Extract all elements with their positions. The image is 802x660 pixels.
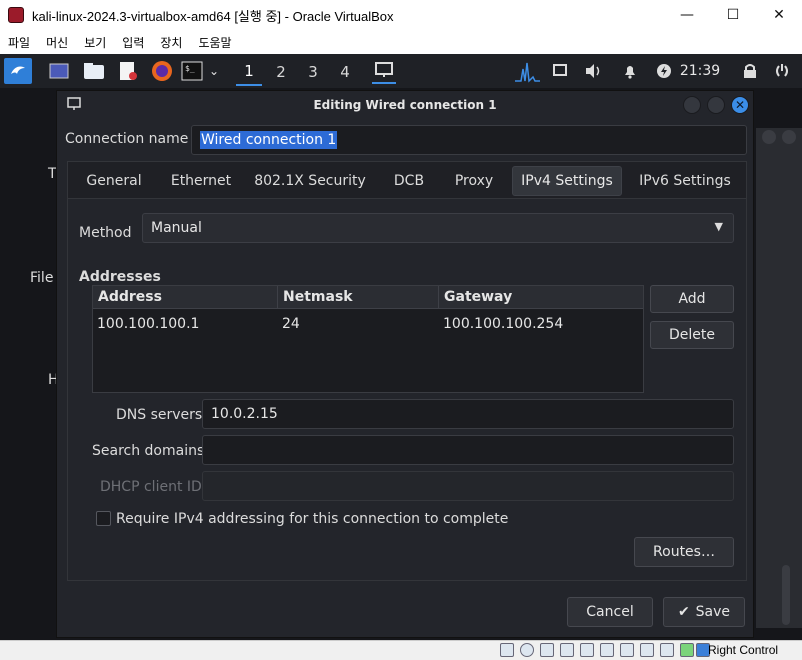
files-icon[interactable] — [82, 58, 106, 84]
routes-button[interactable]: Routes… — [634, 537, 734, 567]
volume-icon[interactable] — [584, 58, 604, 84]
tab-ipv6-settings[interactable]: IPv6 Settings — [630, 166, 740, 196]
dhcp-client-id-input — [202, 471, 734, 501]
connection-name-input[interactable]: Wired connection 1 — [191, 125, 747, 155]
menu-input[interactable]: 입력 — [114, 34, 152, 51]
desktop-icon[interactable] — [48, 58, 70, 84]
tab-proxy[interactable]: Proxy — [446, 166, 502, 196]
hard-disk-icon[interactable] — [500, 643, 514, 657]
power-manager-icon[interactable] — [654, 58, 674, 84]
column-header-address[interactable]: Address — [93, 286, 278, 309]
optical-drive-icon[interactable] — [520, 643, 534, 657]
dns-servers-value: 10.0.2.15 — [211, 406, 278, 422]
column-header-gateway[interactable]: Gateway — [439, 286, 643, 309]
menu-help[interactable]: 도움말 — [190, 34, 239, 51]
notification-bell-icon[interactable] — [620, 58, 640, 84]
dialog-maximize-button[interactable] — [707, 96, 725, 114]
desktop-icon-label-file[interactable]: File — [30, 270, 53, 286]
tab-general[interactable]: General — [78, 166, 150, 196]
shared-folders-icon[interactable] — [600, 643, 614, 657]
display-icon[interactable] — [620, 643, 634, 657]
search-domains-label: Search domains — [92, 443, 205, 459]
guest-additions-icon[interactable] — [680, 643, 694, 657]
background-scrollbar[interactable] — [782, 565, 790, 625]
workspace-2[interactable]: 2 — [268, 58, 294, 86]
addresses-table: Address Netmask Gateway 100.100.100.1 24… — [92, 285, 644, 393]
host-status-bar: Right Control — [0, 640, 802, 660]
terminal-icon[interactable]: $_ — [180, 58, 204, 84]
dns-servers-label: DNS servers — [116, 407, 203, 423]
method-dropdown[interactable]: Manual ▼ — [142, 213, 734, 243]
recording-icon[interactable] — [640, 643, 654, 657]
ipv4-settings-pane: Method Manual ▼ Addresses Address Netmas… — [67, 199, 747, 581]
text-editor-icon[interactable] — [116, 58, 140, 84]
kali-dragon-icon[interactable] — [4, 58, 32, 84]
connection-name-value: Wired connection 1 — [200, 131, 338, 149]
column-header-netmask[interactable]: Netmask — [278, 286, 439, 309]
tab-ipv4-settings[interactable]: IPv4 Settings — [512, 166, 622, 196]
host-menubar: 파일 머신 보기 입력 장치 도움말 — [0, 30, 802, 54]
menu-file[interactable]: 파일 — [0, 34, 38, 51]
host-window-title: kali-linux-2024.3-virtualbox-amd64 [실행 중… — [32, 8, 394, 24]
usb-icon[interactable] — [580, 643, 594, 657]
tab-dcb[interactable]: DCB — [384, 166, 434, 196]
require-ipv4-label[interactable]: Require IPv4 addressing for this connect… — [116, 511, 508, 527]
search-domains-input[interactable] — [202, 435, 734, 465]
background-window — [756, 128, 802, 628]
add-button[interactable]: Add — [650, 285, 734, 313]
chevron-down-icon: ▼ — [714, 220, 723, 233]
tab-8021x-security[interactable]: 802.1X Security — [250, 166, 370, 196]
dialog-close-button[interactable]: ✕ — [731, 96, 749, 114]
dns-servers-input[interactable]: 10.0.2.15 — [202, 399, 734, 429]
lock-icon[interactable] — [740, 58, 760, 84]
cpu-icon[interactable] — [660, 643, 674, 657]
workspace-3[interactable]: 3 — [300, 58, 326, 86]
cell-address[interactable]: 100.100.100.1 — [97, 316, 199, 332]
require-ipv4-checkbox[interactable] — [96, 511, 111, 526]
checkmark-icon: ✔ — [677, 604, 690, 620]
cell-netmask[interactable]: 24 — [282, 316, 300, 332]
workspace-4[interactable]: 4 — [332, 58, 358, 86]
background-window-button — [762, 130, 776, 144]
menu-view[interactable]: 보기 — [76, 34, 114, 51]
chevron-down-icon[interactable]: ⌄ — [206, 58, 222, 84]
close-button[interactable]: ✕ — [756, 0, 802, 30]
firefox-icon[interactable] — [150, 58, 174, 84]
save-button[interactable]: ✔ Save — [663, 597, 745, 627]
workspace-1[interactable]: 1 — [236, 58, 262, 86]
svg-text:$_: $_ — [185, 64, 195, 73]
cell-gateway[interactable]: 100.100.100.254 — [443, 316, 563, 332]
editing-connection-dialog: Editing Wired connection 1 ✕ Connection … — [56, 90, 754, 638]
addresses-label: Addresses — [79, 269, 161, 285]
maximize-button[interactable]: ☐ — [710, 0, 756, 30]
connection-name-label: Connection name — [65, 131, 189, 147]
cpu-graph-icon — [512, 58, 542, 84]
host-title-bar: kali-linux-2024.3-virtualbox-amd64 [실행 중… — [0, 0, 802, 30]
minimize-button[interactable]: — — [664, 0, 710, 30]
dialog-title: Editing Wired connection 1 — [313, 98, 497, 112]
background-window-button — [782, 130, 796, 144]
network-status-icon[interactable] — [560, 643, 574, 657]
active-window-icon[interactable] — [372, 58, 396, 84]
delete-button[interactable]: Delete — [650, 321, 734, 349]
cancel-button[interactable]: Cancel — [567, 597, 653, 627]
dialog-window-icon — [67, 97, 81, 114]
save-button-label: Save — [695, 604, 731, 620]
kali-panel: $_ ⌄ 1 2 3 4 21:39 — [0, 54, 802, 88]
method-label: Method — [79, 225, 132, 241]
dialog-minimize-button[interactable] — [683, 96, 701, 114]
logout-icon[interactable] — [772, 58, 792, 84]
audio-icon[interactable] — [540, 643, 554, 657]
dhcp-client-id-label: DHCP client ID — [100, 479, 202, 495]
dialog-title-bar: Editing Wired connection 1 ✕ — [57, 91, 753, 119]
network-icon[interactable] — [550, 58, 570, 84]
method-value: Manual — [151, 220, 202, 236]
tab-ethernet[interactable]: Ethernet — [164, 166, 238, 196]
menu-machine[interactable]: 머신 — [38, 34, 76, 51]
panel-clock[interactable]: 21:39 — [680, 58, 720, 84]
settings-tabs: General Ethernet 802.1X Security DCB Pro… — [67, 161, 747, 199]
host-key-label: Right Control — [708, 643, 779, 657]
virtualbox-icon — [8, 7, 24, 23]
menu-devices[interactable]: 장치 — [152, 34, 190, 51]
